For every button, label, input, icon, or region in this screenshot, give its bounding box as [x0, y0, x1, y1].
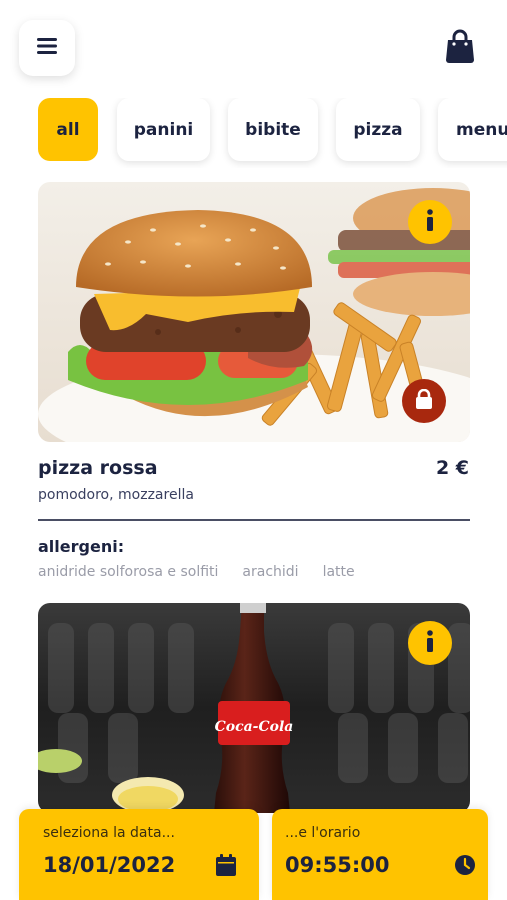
product-image-coca-cola[interactable]: Coca-Cola: [38, 603, 470, 813]
locked-badge: [402, 379, 446, 423]
time-value: 09:55:00: [285, 853, 390, 877]
tab-label: bibite: [245, 119, 301, 140]
product-description: pomodoro, mozzarella: [38, 487, 194, 503]
tab-label: all: [56, 119, 80, 140]
top-bar: [0, 0, 507, 90]
date-label: seleziona la data...: [43, 825, 175, 841]
menu-button[interactable]: [19, 20, 75, 76]
tab-bibite[interactable]: bibite: [228, 98, 318, 161]
allergens-list: anidride solforosa e solfiti arachidi la…: [38, 564, 355, 580]
tab-panini[interactable]: panini: [117, 98, 210, 161]
allergen-item: arachidi: [242, 564, 299, 580]
tab-menu[interactable]: menu: [438, 98, 507, 161]
info-button[interactable]: [408, 621, 452, 665]
tab-pizza[interactable]: pizza: [336, 98, 420, 161]
tab-label: panini: [133, 119, 194, 140]
allergen-item: latte: [322, 564, 355, 580]
tab-label: menu: [456, 119, 507, 140]
tab-label: pizza: [353, 119, 403, 140]
calendar-icon: [215, 853, 237, 877]
time-label: ...e l'orario: [285, 825, 361, 841]
info-icon: [425, 209, 435, 235]
divider: [38, 519, 470, 521]
product-price: 2 €: [435, 457, 469, 479]
lock-icon: [415, 388, 433, 413]
shopping-bag-icon: [445, 29, 475, 67]
allergens-title: allergeni:: [38, 537, 125, 556]
product-name: pizza rossa: [38, 457, 158, 479]
info-button[interactable]: [408, 200, 452, 244]
bottle-label-text: Coca-Cola: [215, 719, 294, 735]
category-tabs: all panini bibite pizza menu: [0, 98, 507, 168]
tab-all[interactable]: all: [38, 98, 98, 161]
date-picker[interactable]: seleziona la data... 18/01/2022: [19, 809, 259, 900]
coca-cola-bottle-photo: Coca-Cola: [38, 603, 470, 813]
allergen-item: anidride solforosa e solfiti: [38, 564, 219, 580]
time-picker[interactable]: ...e l'orario 09:55:00: [272, 809, 488, 900]
cart-button[interactable]: [441, 28, 479, 68]
date-value: 18/01/2022: [43, 853, 176, 877]
product-image-burger[interactable]: [38, 182, 470, 442]
clock-icon: [454, 853, 476, 877]
hamburger-menu-icon: [37, 38, 57, 58]
info-icon: [425, 630, 435, 656]
